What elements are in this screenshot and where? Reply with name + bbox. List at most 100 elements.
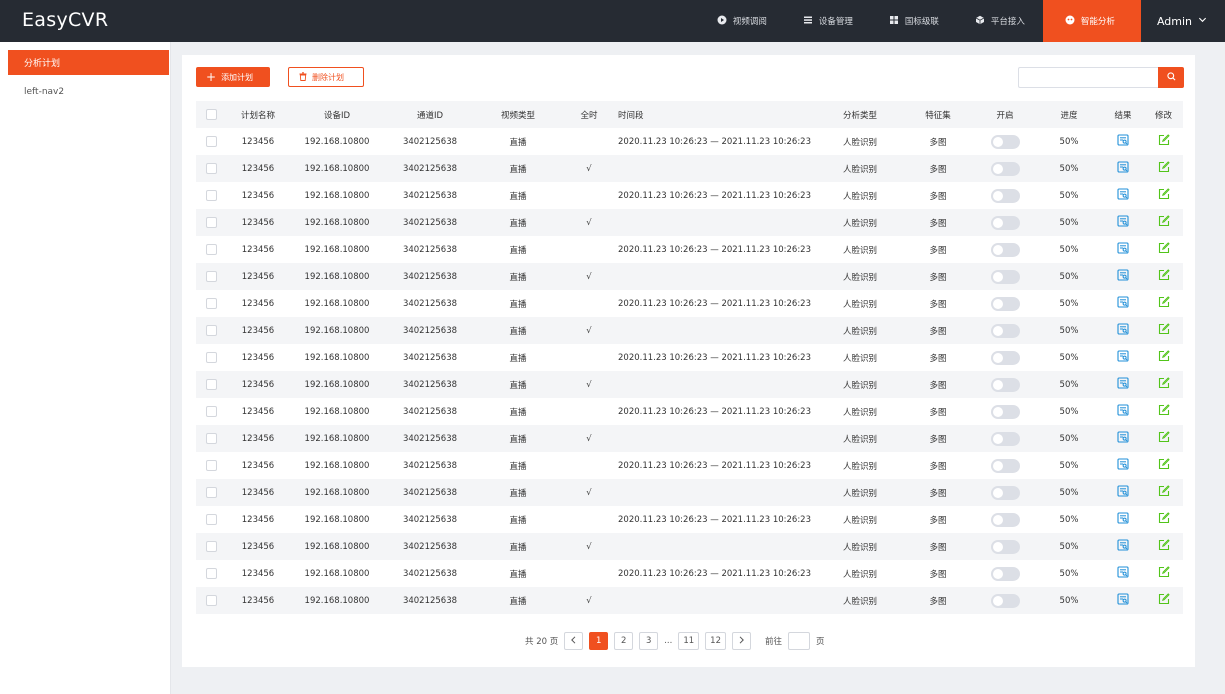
row-checkbox[interactable] — [205, 433, 217, 444]
result-icon[interactable] — [1117, 323, 1129, 338]
result-icon[interactable] — [1117, 431, 1129, 446]
sidebar-item-left-nav2[interactable]: left-nav2 — [8, 79, 169, 104]
page-button-2[interactable]: 2 — [614, 632, 634, 650]
page-button-11[interactable]: 11 — [678, 632, 700, 650]
edit-icon[interactable] — [1158, 242, 1170, 257]
nav-item-video[interactable]: 视频调阅 — [699, 0, 785, 42]
result-icon[interactable] — [1117, 215, 1129, 230]
enable-toggle[interactable] — [990, 539, 1020, 554]
edit-icon[interactable] — [1158, 161, 1170, 176]
row-checkbox[interactable] — [205, 379, 217, 390]
row-checkbox[interactable] — [205, 325, 217, 336]
row-checkbox[interactable] — [205, 244, 217, 255]
cell-enabled — [974, 506, 1036, 533]
edit-icon[interactable] — [1158, 431, 1170, 446]
enable-toggle[interactable] — [990, 215, 1020, 230]
delete-plan-button[interactable]: 删除计划 — [288, 67, 364, 87]
enable-toggle[interactable] — [990, 134, 1020, 149]
cell-device: 192.168.10800 — [290, 560, 384, 587]
edit-icon[interactable] — [1158, 512, 1170, 527]
row-checkbox[interactable] — [205, 136, 217, 147]
row-checkbox[interactable] — [205, 406, 217, 417]
enable-toggle[interactable] — [990, 431, 1020, 446]
result-icon[interactable] — [1117, 404, 1129, 419]
goto-page-input[interactable] — [788, 632, 811, 650]
enable-toggle[interactable] — [990, 485, 1020, 500]
row-checkbox[interactable] — [205, 163, 217, 174]
row-checkbox[interactable] — [205, 514, 217, 525]
row-checkbox[interactable] — [205, 217, 217, 228]
select-all-checkbox[interactable] — [205, 109, 217, 120]
cell-result — [1102, 155, 1144, 182]
edit-icon[interactable] — [1158, 296, 1170, 311]
result-icon[interactable] — [1117, 134, 1129, 149]
user-menu[interactable]: Admin — [1141, 0, 1225, 42]
enable-toggle[interactable] — [990, 566, 1020, 581]
enable-toggle[interactable] — [990, 404, 1020, 419]
row-checkbox[interactable] — [205, 487, 217, 498]
cell-enabled — [974, 371, 1036, 398]
prev-page-button[interactable] — [564, 632, 584, 650]
result-icon[interactable] — [1117, 512, 1129, 527]
nav-item-cascade[interactable]: 国标级联 — [871, 0, 957, 42]
add-plan-button[interactable]: + 添加计划 — [196, 67, 270, 87]
edit-icon[interactable] — [1158, 269, 1170, 284]
nav-item-ai[interactable]: 智能分析 — [1042, 0, 1141, 42]
enable-toggle[interactable] — [990, 593, 1020, 608]
result-icon[interactable] — [1117, 296, 1129, 311]
edit-icon[interactable] — [1158, 215, 1170, 230]
row-checkbox[interactable] — [205, 190, 217, 201]
row-checkbox[interactable] — [205, 271, 217, 282]
enable-toggle[interactable] — [990, 161, 1020, 176]
result-icon[interactable] — [1117, 188, 1129, 203]
row-checkbox[interactable] — [205, 298, 217, 309]
edit-icon[interactable] — [1158, 593, 1170, 608]
cell-name: 123456 — [226, 479, 290, 506]
result-icon[interactable] — [1117, 269, 1129, 284]
enable-toggle[interactable] — [990, 188, 1020, 203]
result-icon[interactable] — [1117, 377, 1129, 392]
enable-toggle[interactable] — [990, 350, 1020, 365]
result-icon[interactable] — [1117, 350, 1129, 365]
edit-icon[interactable] — [1158, 539, 1170, 554]
edit-icon[interactable] — [1158, 377, 1170, 392]
row-checkbox[interactable] — [205, 568, 217, 579]
result-icon[interactable] — [1117, 539, 1129, 554]
nav-item-devices[interactable]: 设备管理 — [785, 0, 871, 42]
enable-toggle[interactable] — [990, 512, 1020, 527]
cell-progress: 50% — [1036, 236, 1102, 263]
enable-toggle[interactable] — [990, 242, 1020, 257]
page-button-3[interactable]: 3 — [639, 632, 659, 650]
nav-item-platform[interactable]: 平台接入 — [957, 0, 1043, 42]
row-checkbox[interactable] — [205, 595, 217, 606]
result-icon[interactable] — [1117, 161, 1129, 176]
result-icon[interactable] — [1117, 593, 1129, 608]
edit-icon[interactable] — [1158, 404, 1170, 419]
edit-icon[interactable] — [1158, 350, 1170, 365]
result-icon[interactable] — [1117, 566, 1129, 581]
row-checkbox[interactable] — [205, 541, 217, 552]
result-icon[interactable] — [1117, 458, 1129, 473]
enable-toggle[interactable] — [990, 269, 1020, 284]
next-page-button[interactable] — [732, 632, 751, 650]
edit-icon[interactable] — [1158, 134, 1170, 149]
enable-toggle[interactable] — [990, 377, 1020, 392]
result-icon[interactable] — [1117, 485, 1129, 500]
sidebar-item-analysis-plan[interactable]: 分析计划 — [8, 50, 169, 75]
cell-edit — [1144, 155, 1183, 182]
edit-icon[interactable] — [1158, 566, 1170, 581]
search-button[interactable] — [1158, 67, 1184, 88]
row-checkbox[interactable] — [205, 352, 217, 363]
search-input[interactable] — [1018, 67, 1158, 88]
page-button-12[interactable]: 12 — [705, 632, 726, 650]
enable-toggle[interactable] — [990, 458, 1020, 473]
page-button-1[interactable]: 1 — [589, 632, 609, 650]
edit-icon[interactable] — [1158, 323, 1170, 338]
enable-toggle[interactable] — [990, 296, 1020, 311]
result-icon[interactable] — [1117, 242, 1129, 257]
edit-icon[interactable] — [1158, 485, 1170, 500]
edit-icon[interactable] — [1158, 188, 1170, 203]
row-checkbox[interactable] — [205, 460, 217, 471]
edit-icon[interactable] — [1158, 458, 1170, 473]
enable-toggle[interactable] — [990, 323, 1020, 338]
